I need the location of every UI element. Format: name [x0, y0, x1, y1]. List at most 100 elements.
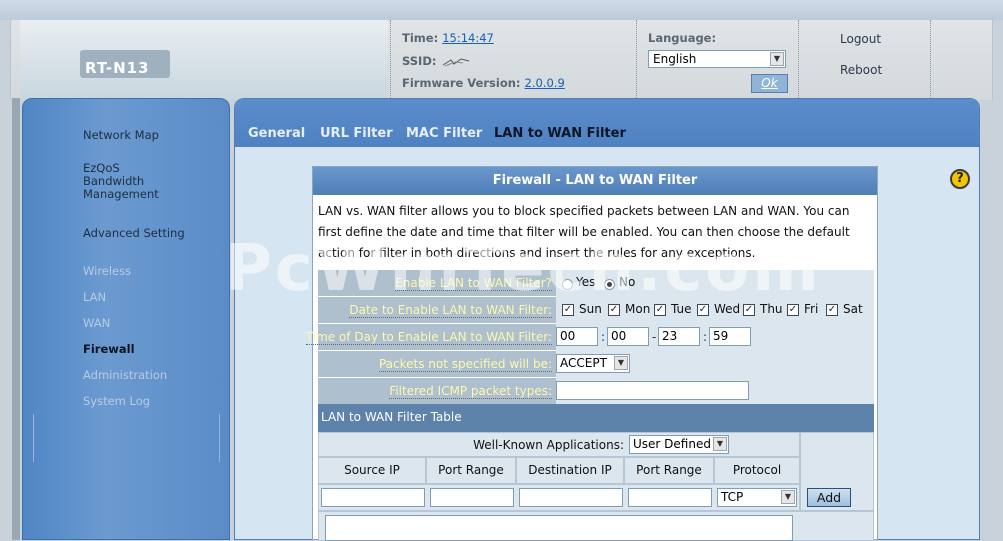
- time-values: 00 : 00 - 23 : 59: [556, 324, 874, 351]
- mon-checkbox[interactable]: ✓: [608, 304, 620, 316]
- tab-url-filter[interactable]: URL Filter: [320, 126, 393, 141]
- icmp-row: Filtered ICMP packet types:: [318, 378, 874, 405]
- ssid-label: SSID:: [402, 54, 437, 68]
- time-info: Time: 15:14:47: [402, 31, 494, 45]
- model-name: RT-N13: [85, 59, 150, 77]
- tue-label: Tue: [671, 302, 692, 316]
- sidebar-item-wan[interactable]: WAN: [83, 317, 110, 330]
- packets-row: Packets not specified will be: ACCEPT ▼: [318, 351, 874, 378]
- sidebar-item-lan[interactable]: LAN: [83, 291, 106, 304]
- sidebar-item-network-map[interactable]: Network Map: [83, 129, 159, 142]
- language-selected: English: [653, 52, 697, 66]
- time-colon: :: [601, 330, 606, 344]
- add-button[interactable]: Add: [807, 488, 851, 507]
- date-label: Date to Enable LAN to WAN Filter:: [349, 303, 552, 318]
- sidebar-item-ezqos[interactable]: EzQoS Bandwidth Management: [83, 162, 159, 201]
- chevron-down-icon[interactable]: ▼: [713, 437, 727, 451]
- source-ip-input[interactable]: [321, 488, 425, 507]
- chevron-down-icon[interactable]: ▼: [781, 490, 795, 504]
- protocol-select[interactable]: TCP ▼: [717, 488, 797, 507]
- ssid-info: SSID:: [402, 54, 471, 68]
- logout-link[interactable]: Logout: [840, 32, 881, 46]
- language-label: Language:: [648, 31, 717, 45]
- question-mark-icon[interactable]: ?: [950, 169, 970, 189]
- panel-title: Firewall - LAN to WAN Filter: [313, 167, 877, 195]
- packets-label: Packets not specified will be:: [378, 357, 552, 372]
- destination-ip-input[interactable]: [519, 488, 623, 507]
- well-known-label: Well-Known Applications:: [473, 438, 624, 452]
- ok-button[interactable]: Ok: [751, 74, 788, 93]
- reboot-link[interactable]: Reboot: [840, 63, 882, 77]
- tab-general[interactable]: General: [248, 126, 305, 141]
- new-rule-row: TCP ▼: [318, 484, 800, 511]
- source-port-input[interactable]: [430, 488, 514, 507]
- tab-lan-to-wan-filter[interactable]: LAN to WAN Filter: [494, 126, 626, 141]
- header-divider: [798, 20, 799, 98]
- well-known-row: Well-Known Applications: User Defined ▼: [318, 432, 800, 457]
- sidebar-item-system-log[interactable]: System Log: [83, 395, 150, 408]
- sidebar-item-advanced-setting[interactable]: Advanced Setting: [83, 227, 185, 240]
- destination-port-input[interactable]: [628, 488, 712, 507]
- sun-label: Sun: [579, 302, 602, 316]
- sidebar-item-firewall[interactable]: Firewall: [83, 343, 135, 356]
- enable-filter-label: Enable LAN to WAN Filter?: [395, 276, 552, 291]
- enable-filter-values: Yes No: [556, 270, 874, 297]
- packets-select[interactable]: ACCEPT ▼: [556, 354, 630, 373]
- filter-table-title: LAN to WAN Filter Table: [318, 404, 874, 432]
- sun-checkbox[interactable]: ✓: [562, 304, 574, 316]
- mon-label: Mon: [625, 302, 651, 316]
- sidebar-item-wireless[interactable]: Wireless: [83, 265, 131, 278]
- start-minute-input[interactable]: 00: [607, 327, 649, 346]
- chevron-down-icon[interactable]: ▼: [770, 52, 784, 66]
- header-divider: [930, 20, 931, 98]
- filter-panel: Firewall - LAN to WAN Filter LAN vs. WAN…: [305, 166, 878, 541]
- ssid-scribble-icon[interactable]: [441, 57, 471, 67]
- no-radio[interactable]: [604, 279, 615, 290]
- start-hour-input[interactable]: 00: [556, 327, 598, 346]
- time-value-link[interactable]: 15:14:47: [442, 31, 494, 45]
- date-values: ✓ Sun ✓ Mon ✓ Tue ✓ Wed ✓ Thu ✓ Fri ✓ Sa…: [556, 297, 874, 324]
- icmp-input[interactable]: [556, 381, 749, 400]
- wed-checkbox[interactable]: ✓: [697, 304, 709, 316]
- well-known-select[interactable]: User Defined ▼: [629, 435, 729, 454]
- yes-label: Yes: [576, 275, 596, 289]
- time-of-day-label: Time of Day to Enable LAN to WAN Filter:: [305, 330, 552, 345]
- left-edge-bar: [12, 98, 20, 540]
- time-label: Time:: [402, 31, 439, 45]
- icmp-label: Filtered ICMP packet types:: [389, 384, 552, 399]
- time-colon: :: [703, 330, 708, 344]
- column-header-port-range: Port Range: [624, 457, 714, 484]
- rules-list-box[interactable]: [325, 515, 793, 541]
- sat-label: Sat: [843, 302, 863, 316]
- column-header-destination-ip: Destination IP: [516, 457, 624, 484]
- packets-values: ACCEPT ▼: [556, 351, 874, 378]
- thu-checkbox[interactable]: ✓: [743, 304, 755, 316]
- tue-checkbox[interactable]: ✓: [654, 304, 666, 316]
- firmware-info: Firmware Version: 2.0.0.9: [402, 76, 565, 90]
- model-banner: [20, 20, 388, 100]
- header-divider: [636, 20, 637, 98]
- fri-label: Fri: [804, 302, 819, 316]
- header-divider: [390, 20, 391, 98]
- firmware-version-link[interactable]: 2.0.0.9: [525, 76, 565, 90]
- packets-selected: ACCEPT: [560, 356, 607, 370]
- date-row: Date to Enable LAN to WAN Filter: ✓ Sun …: [318, 297, 874, 324]
- sat-checkbox[interactable]: ✓: [826, 304, 838, 316]
- sidebar-subpanel: [33, 414, 220, 462]
- icmp-values: [556, 378, 874, 405]
- thu-label: Thu: [760, 302, 783, 316]
- sidebar-item-administration[interactable]: Administration: [83, 369, 167, 382]
- time-dash: -: [652, 330, 657, 344]
- tab-mac-filter[interactable]: MAC Filter: [406, 126, 482, 141]
- column-header-protocol: Protocol: [714, 457, 800, 484]
- language-select[interactable]: English ▼: [648, 50, 786, 68]
- chevron-down-icon[interactable]: ▼: [614, 356, 628, 370]
- yes-radio[interactable]: [562, 279, 573, 290]
- no-label: No: [619, 275, 636, 289]
- time-row: Time of Day to Enable LAN to WAN Filter:…: [305, 324, 874, 351]
- protocol-selected: TCP: [721, 490, 744, 504]
- top-strip: [0, 0, 1003, 20]
- end-minute-input[interactable]: 59: [709, 327, 751, 346]
- fri-checkbox[interactable]: ✓: [787, 304, 799, 316]
- end-hour-input[interactable]: 23: [658, 327, 700, 346]
